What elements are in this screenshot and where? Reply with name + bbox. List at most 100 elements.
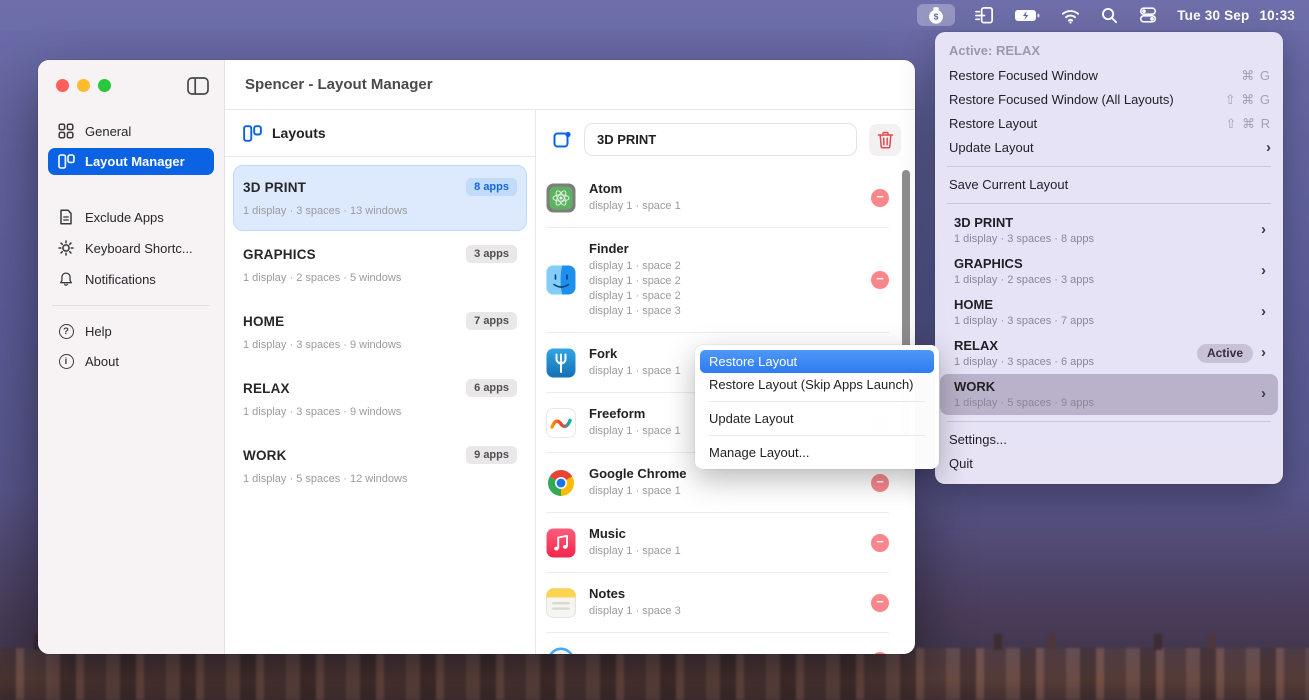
menu-layout-3d-print[interactable]: 3D PRINT 1 display · 3 spaces · 8 apps › bbox=[940, 210, 1278, 251]
layout-name: GRAPHICS bbox=[954, 256, 1094, 271]
sidebar-item-label: Keyboard Shortc... bbox=[85, 241, 193, 256]
app-name: Music bbox=[589, 526, 858, 541]
menu-item-restore-layout[interactable]: Restore Layout ⇧ ⌘ R bbox=[935, 112, 1283, 136]
context-menu-divider bbox=[709, 435, 925, 436]
sidebar-item-keyboard-shortcuts[interactable]: Keyboard Shortc... bbox=[48, 234, 214, 262]
menu-item-settings[interactable]: Settings... bbox=[935, 428, 1283, 452]
context-item-manage-layout[interactable]: Manage Layout... bbox=[700, 441, 934, 464]
menu-item-restore-focused-window[interactable]: Restore Focused Window ⌘ G bbox=[935, 64, 1283, 88]
sidebar-item-layout-manager[interactable]: Layout Manager bbox=[48, 148, 214, 175]
menu-item-save-current-layout[interactable]: Save Current Layout bbox=[935, 173, 1283, 197]
paste-document-icon bbox=[974, 5, 995, 26]
info-circle-icon: i bbox=[57, 354, 75, 369]
menu-layout-relax[interactable]: RELAX 1 display · 3 spaces · 6 apps Acti… bbox=[940, 333, 1278, 374]
wifi-icon bbox=[1060, 6, 1081, 25]
search-icon bbox=[1100, 6, 1119, 25]
app-name: Notes bbox=[589, 586, 858, 601]
spencer-menubar-icon[interactable]: $ bbox=[917, 4, 955, 26]
layout-detail: 1 display · 3 spaces · 9 windows bbox=[243, 406, 517, 418]
finder-app-icon bbox=[546, 265, 576, 295]
app-row-safari[interactable]: Safari − bbox=[546, 633, 889, 654]
close-window-button[interactable] bbox=[56, 79, 69, 92]
apps-count-badge: 9 apps bbox=[466, 446, 517, 464]
app-name: Atom bbox=[589, 181, 858, 196]
chevron-right-icon: › bbox=[1261, 306, 1266, 318]
layout-name: 3D PRINT bbox=[243, 180, 306, 195]
layout-name: WORK bbox=[954, 379, 1094, 394]
menubar-date: Tue 30 Sep bbox=[1177, 8, 1249, 23]
notes-app-icon bbox=[546, 588, 576, 618]
context-item-restore-layout[interactable]: Restore Layout bbox=[700, 350, 934, 373]
layout-name: RELAX bbox=[954, 338, 1094, 353]
layout-name: WORK bbox=[243, 448, 287, 463]
menu-item-restore-focused-window-all[interactable]: Restore Focused Window (All Layouts) ⇧ ⌘… bbox=[935, 88, 1283, 112]
battery-charging-icon bbox=[1014, 6, 1041, 25]
wifi-menubar-item[interactable] bbox=[1060, 4, 1081, 26]
layout-row-relax[interactable]: RELAX 6 apps 1 display · 3 spaces · 9 wi… bbox=[233, 366, 527, 432]
chevron-right-icon: › bbox=[1261, 265, 1266, 277]
menu-item-quit[interactable]: Quit bbox=[935, 452, 1283, 476]
remove-app-button[interactable]: − bbox=[871, 271, 889, 289]
remove-app-button[interactable]: − bbox=[871, 594, 889, 612]
sidebar-item-about[interactable]: i About bbox=[48, 348, 214, 375]
delete-layout-button[interactable] bbox=[869, 124, 901, 156]
minimize-window-button[interactable] bbox=[77, 79, 90, 92]
layout-name: HOME bbox=[954, 297, 1094, 312]
menubar-clock[interactable]: Tue 30 Sep 10:33 bbox=[1177, 8, 1295, 23]
chevron-right-icon: › bbox=[1261, 388, 1266, 400]
layout-row-home[interactable]: HOME 7 apps 1 display · 3 spaces · 9 win… bbox=[233, 299, 527, 365]
remove-app-button[interactable]: − bbox=[871, 474, 889, 492]
apps-count-badge: 8 apps bbox=[466, 178, 517, 196]
chevron-right-icon: › bbox=[1266, 142, 1271, 154]
search-menubar-item[interactable] bbox=[1100, 4, 1119, 26]
remove-app-button[interactable]: − bbox=[871, 534, 889, 552]
menu-layout-work[interactable]: WORK 1 display · 5 spaces · 9 apps › bbox=[940, 374, 1278, 415]
traffic-lights bbox=[56, 79, 111, 92]
apps-count-badge: 6 apps bbox=[466, 379, 517, 397]
app-row-notes[interactable]: Notes display 1 · space 3 − bbox=[546, 573, 889, 633]
menu-divider bbox=[947, 203, 1271, 204]
layout-name: HOME bbox=[243, 314, 284, 329]
layout-row-graphics[interactable]: GRAPHICS 3 apps 1 display · 2 spaces · 5… bbox=[233, 232, 527, 298]
menu-bar: $ bbox=[0, 0, 1309, 30]
menu-layout-graphics[interactable]: GRAPHICS 1 display · 2 spaces · 3 apps › bbox=[940, 251, 1278, 292]
sidebar-item-help[interactable]: ? Help bbox=[48, 318, 214, 345]
sidebar-item-label: Layout Manager bbox=[85, 154, 185, 169]
chrome-app-icon bbox=[546, 468, 576, 498]
control-center-menubar-item[interactable] bbox=[1138, 4, 1158, 26]
window-title: Spencer - Layout Manager bbox=[245, 76, 433, 93]
sidebar-item-label: Notifications bbox=[85, 272, 156, 287]
app-row-atom[interactable]: Atom display 1 · space 1 − bbox=[546, 168, 889, 228]
layout-row-3d-print[interactable]: 3D PRINT 8 apps 1 display · 3 spaces · 1… bbox=[233, 165, 527, 231]
remove-app-button[interactable]: − bbox=[871, 189, 889, 207]
menu-item-label: Restore Focused Window bbox=[949, 68, 1098, 84]
sidebar-item-exclude-apps[interactable]: Exclude Apps bbox=[48, 203, 214, 231]
menu-item-label: Restore Layout bbox=[949, 116, 1037, 132]
layout-detail: 1 display · 2 spaces · 3 apps bbox=[954, 274, 1094, 286]
app-row-finder[interactable]: Finder display 1 · space 2 display 1 · s… bbox=[546, 228, 889, 333]
layout-detail: 1 display · 2 spaces · 5 windows bbox=[243, 272, 517, 284]
menu-layout-home[interactable]: HOME 1 display · 3 spaces · 7 apps › bbox=[940, 292, 1278, 333]
atom-app-icon bbox=[546, 183, 576, 213]
remove-app-button[interactable]: − bbox=[871, 652, 889, 654]
menu-item-update-layout[interactable]: Update Layout › bbox=[935, 136, 1283, 160]
layout-detail: 1 display · 5 spaces · 12 windows bbox=[243, 473, 517, 485]
zoom-window-button[interactable] bbox=[98, 79, 111, 92]
sidebar-toggle-button[interactable] bbox=[186, 76, 210, 96]
context-item-restore-skip-launch[interactable]: Restore Layout (Skip Apps Launch) bbox=[700, 373, 934, 396]
gear-icon bbox=[57, 240, 75, 256]
layout-name-input[interactable] bbox=[584, 123, 857, 156]
layout-icon bbox=[57, 154, 75, 169]
menu-item-label: Settings... bbox=[949, 432, 1007, 448]
paste-menubar-item[interactable] bbox=[974, 4, 995, 26]
layout-row-work[interactable]: WORK 9 apps 1 display · 5 spaces · 12 wi… bbox=[233, 433, 527, 499]
context-item-update-layout[interactable]: Update Layout bbox=[700, 407, 934, 430]
app-placement: display 1 · space 1 bbox=[589, 199, 858, 214]
app-row-music[interactable]: Music display 1 · space 1 − bbox=[546, 513, 889, 573]
menubar-time: 10:33 bbox=[1259, 8, 1295, 23]
apps-count-badge: 7 apps bbox=[466, 312, 517, 330]
sidebar-item-notifications[interactable]: Notifications bbox=[48, 265, 214, 293]
battery-menubar-item[interactable] bbox=[1014, 4, 1041, 26]
sidebar-item-general[interactable]: General bbox=[48, 117, 214, 145]
chevron-right-icon: › bbox=[1261, 347, 1266, 359]
